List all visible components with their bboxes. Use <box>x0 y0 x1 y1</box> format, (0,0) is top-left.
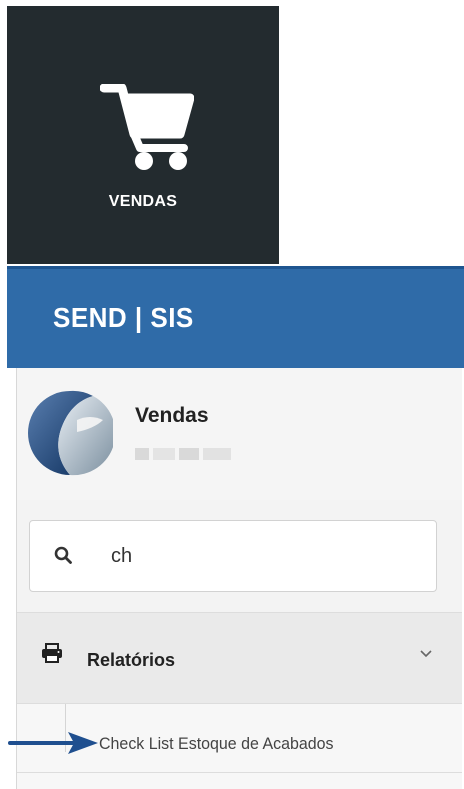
arrow-right-icon <box>8 732 98 754</box>
chevron-down-icon[interactable] <box>419 649 433 659</box>
app-brand[interactable]: SEND | SIS <box>53 302 194 334</box>
profile-name: Vendas <box>135 404 209 427</box>
printer-icon <box>42 643 62 663</box>
app-header: SEND | SIS <box>7 266 464 368</box>
menu-section-label: Relatórios <box>87 650 176 670</box>
search-icon <box>54 546 72 564</box>
divider <box>17 772 462 773</box>
user-profile: Vendas <box>17 368 462 500</box>
vendas-module-tile[interactable]: VENDAS <box>7 6 279 264</box>
search-box[interactable] <box>29 520 437 592</box>
menu-section-relatorios[interactable]: Relatórios <box>17 612 462 704</box>
redacted-username <box>135 448 235 462</box>
sidebar: Vendas Relatórios Check List Estoque de … <box>16 368 462 789</box>
company-logo <box>28 390 113 476</box>
tile-label: VENDAS <box>108 193 178 210</box>
shopping-cart-icon <box>100 84 194 170</box>
submenu-item-check-list[interactable]: Check List Estoque de Acabados <box>99 734 334 754</box>
search-input[interactable] <box>109 539 413 573</box>
